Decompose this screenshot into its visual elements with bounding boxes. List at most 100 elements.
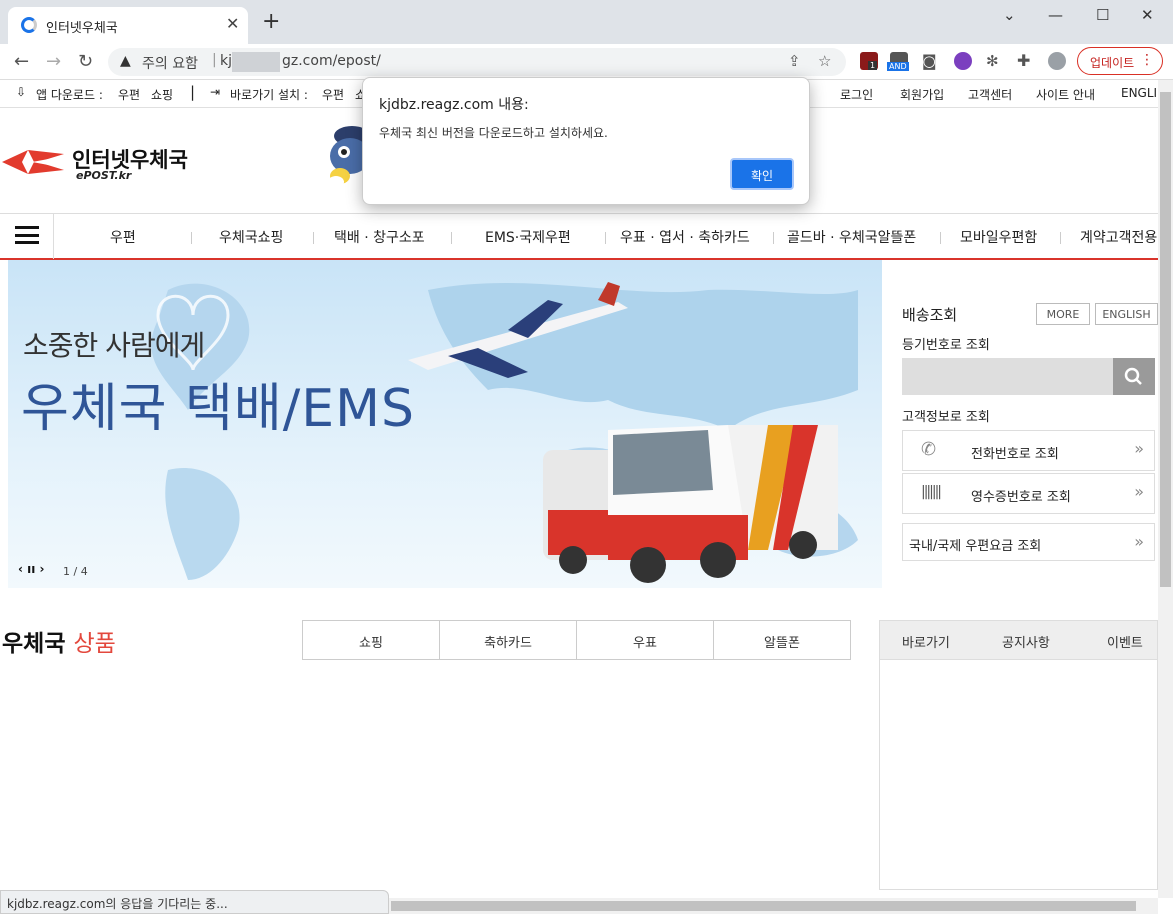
banner-subtitle: 소중한 사람에게: [23, 329, 205, 362]
horizontal-scrollbar[interactable]: [389, 898, 1158, 914]
gnb-goldbar[interactable]: 골드바 · 우체국알뜰폰: [787, 227, 916, 247]
banner-page-indicator: 1 / 4: [63, 565, 88, 578]
puzzle-extensions-icon[interactable]: ✚: [1017, 51, 1030, 70]
close-window-icon[interactable]: ✕: [1141, 6, 1154, 24]
horizontal-scroll-thumb[interactable]: [391, 901, 1136, 911]
chevron-right-icon: »: [1134, 532, 1144, 551]
barcode-icon: |||||||: [921, 484, 942, 500]
tab-close-icon[interactable]: ✕: [226, 14, 239, 33]
main-banner[interactable]: 소중한 사람에게 우체국 택배/EMS ‹ ıı › 1 / 4: [8, 260, 882, 588]
phone-lookup-row[interactable]: ✆ 전화번호로 조회 »: [902, 430, 1155, 471]
side-tabs: 바로가기 공지사항 이벤트: [879, 620, 1158, 660]
gnb-divider: [313, 232, 314, 244]
gnb-ems[interactable]: EMS·국제우편: [485, 227, 571, 247]
omnibox[interactable]: ▲ 주의 요함 | kj gz.com/epost/ ⇪ ☆: [108, 48, 846, 76]
tab-events[interactable]: 이벤트: [1107, 632, 1143, 651]
new-tab-button[interactable]: +: [262, 11, 280, 33]
gnb-divider: [605, 232, 606, 244]
vertical-scrollbar[interactable]: [1158, 80, 1173, 898]
search-icon: [1124, 367, 1142, 385]
tab-title: 인터넷우체국: [46, 21, 118, 36]
customer-info-label: 고객정보로 조회: [902, 410, 990, 425]
download-icon: ⇩: [16, 85, 27, 99]
epost-logo-icon[interactable]: [2, 146, 66, 178]
bookmark-star-icon[interactable]: ☆: [818, 52, 831, 70]
shortcut-label: 바로가기 설치 :: [230, 88, 308, 102]
gnb-shopping[interactable]: 우체국쇼핑: [219, 227, 283, 247]
tab-mvno[interactable]: 알뜰폰: [714, 621, 850, 659]
chevron-right-icon: »: [1134, 439, 1144, 458]
shortcut-icon: ⇥: [210, 85, 221, 99]
search-button[interactable]: [1113, 358, 1155, 395]
gear-extension-icon[interactable]: ✻: [986, 52, 999, 70]
tab-stamps[interactable]: 우표: [577, 621, 714, 659]
banner-pause-controls[interactable]: ‹ ıı ›: [18, 562, 44, 576]
printer-extension-icon[interactable]: AND: [887, 52, 909, 71]
status-bar: kjdbz.reagz.com의 응답을 기다리는 중...: [0, 890, 389, 914]
tab-shortcuts[interactable]: 바로가기: [902, 632, 950, 651]
products-title-accent: 상품: [73, 631, 116, 657]
tab-search-icon[interactable]: ⌄: [1003, 6, 1016, 24]
registered-number-label: 등기번호로 조회: [902, 338, 990, 353]
app-postal-link[interactable]: 우편: [118, 86, 140, 103]
tab-notices[interactable]: 공지사항: [1002, 632, 1050, 651]
browser-tab[interactable]: 인터넷우체국 ✕: [8, 7, 248, 44]
address-bar-row: ← → ↻ ▲ 주의 요함 | kj gz.com/epost/ ⇪ ☆ 1 AN…: [0, 44, 1173, 80]
camera-extension-icon[interactable]: ◙: [922, 52, 937, 70]
security-warning[interactable]: 주의 요함: [142, 53, 198, 73]
maximize-icon[interactable]: ☐: [1096, 6, 1109, 24]
tracking-more-button[interactable]: MORE: [1036, 303, 1090, 325]
ext-badge-count: 1: [868, 61, 878, 70]
minimize-icon[interactable]: —: [1048, 6, 1063, 24]
products-title: 우체국 상품: [2, 624, 116, 658]
dialog-ok-button[interactable]: 확인: [730, 158, 794, 190]
product-tabs: 쇼핑 축하카드 우표 알뜰폰: [302, 620, 851, 660]
back-icon[interactable]: ←: [14, 51, 29, 72]
browser-tab-bar: 인터넷우체국 ✕ + ⌄ — ☐ ✕: [0, 0, 1173, 44]
rate-lookup-row[interactable]: 국내/국제 우편요금 조회 »: [902, 523, 1155, 561]
share-icon[interactable]: ⇪: [788, 52, 801, 70]
tracking-english-button[interactable]: ENGLISH: [1095, 303, 1158, 325]
tracking-title: 배송조회: [902, 306, 958, 324]
update-button[interactable]: 업데이트 ⋮: [1077, 47, 1163, 75]
menu-divider: [53, 214, 54, 259]
reload-icon[interactable]: ↻: [78, 51, 93, 72]
profile-avatar-icon[interactable]: [1048, 52, 1066, 70]
gnb-postal[interactable]: 우편: [110, 227, 136, 247]
ext-badge-and: AND: [887, 62, 909, 71]
tab-shopping[interactable]: 쇼핑: [303, 621, 440, 659]
forward-icon[interactable]: →: [46, 51, 61, 72]
site-logo-subtitle: ePOST.kr: [76, 169, 132, 182]
receipt-lookup-row[interactable]: ||||||| 영수증번호로 조회 »: [902, 473, 1155, 514]
app-shopping-link[interactable]: 쇼핑: [151, 86, 173, 103]
customer-center-link[interactable]: 고객센터: [968, 86, 1012, 103]
english-link[interactable]: ENGLI: [1121, 86, 1157, 100]
site-guide-link[interactable]: 사이트 안내: [1036, 86, 1095, 103]
hamburger-menu-icon[interactable]: [15, 226, 39, 244]
url-suffix: gz.com/epost/: [282, 53, 381, 69]
registered-number-input[interactable]: [902, 358, 1114, 395]
warning-icon[interactable]: ▲: [120, 53, 131, 69]
vertical-scroll-thumb[interactable]: [1160, 92, 1171, 587]
tab-greeting-card[interactable]: 축하카드: [440, 621, 577, 659]
phone-lookup-label: 전화번호로 조회: [971, 447, 1059, 462]
banner-title: 우체국 택배/EMS: [21, 379, 415, 439]
gnb-mobile-mailbox[interactable]: 모바일우편함: [960, 227, 1037, 247]
shortcut-postal-link[interactable]: 우편: [322, 86, 344, 103]
gnb-divider: [451, 232, 452, 244]
bookmark-divider: |: [190, 83, 196, 101]
gnb-parcel[interactable]: 택배 · 창구소포: [334, 227, 425, 247]
gnb-divider: [940, 232, 941, 244]
rate-lookup-label: 국내/국제 우편요금 조회: [909, 539, 1042, 554]
page-content: 인터넷우체국 ePOST.kr 우편 우체국쇼핑 택배 · 창구소포 EMS·국…: [0, 108, 1158, 892]
dialog-message: 우체국 최신 버전을 다운로드하고 설치하세요.: [379, 126, 608, 140]
gnb-contract-customer[interactable]: 계약고객전용: [1080, 227, 1157, 247]
login-link[interactable]: 로그인: [840, 86, 873, 103]
kebab-menu-icon[interactable]: ⋮: [1140, 52, 1154, 68]
side-tab-panel: [879, 620, 1158, 890]
download-extension-icon[interactable]: [954, 52, 972, 70]
gnb-stamps[interactable]: 우표 · 엽서 · 축하카드: [620, 227, 750, 247]
signup-link[interactable]: 회원가입: [900, 86, 944, 103]
alert-dialog: kjdbz.reagz.com 내용: 우체국 최신 버전을 다운로드하고 설치…: [362, 77, 810, 205]
ublock-extension-icon[interactable]: 1: [860, 52, 878, 70]
